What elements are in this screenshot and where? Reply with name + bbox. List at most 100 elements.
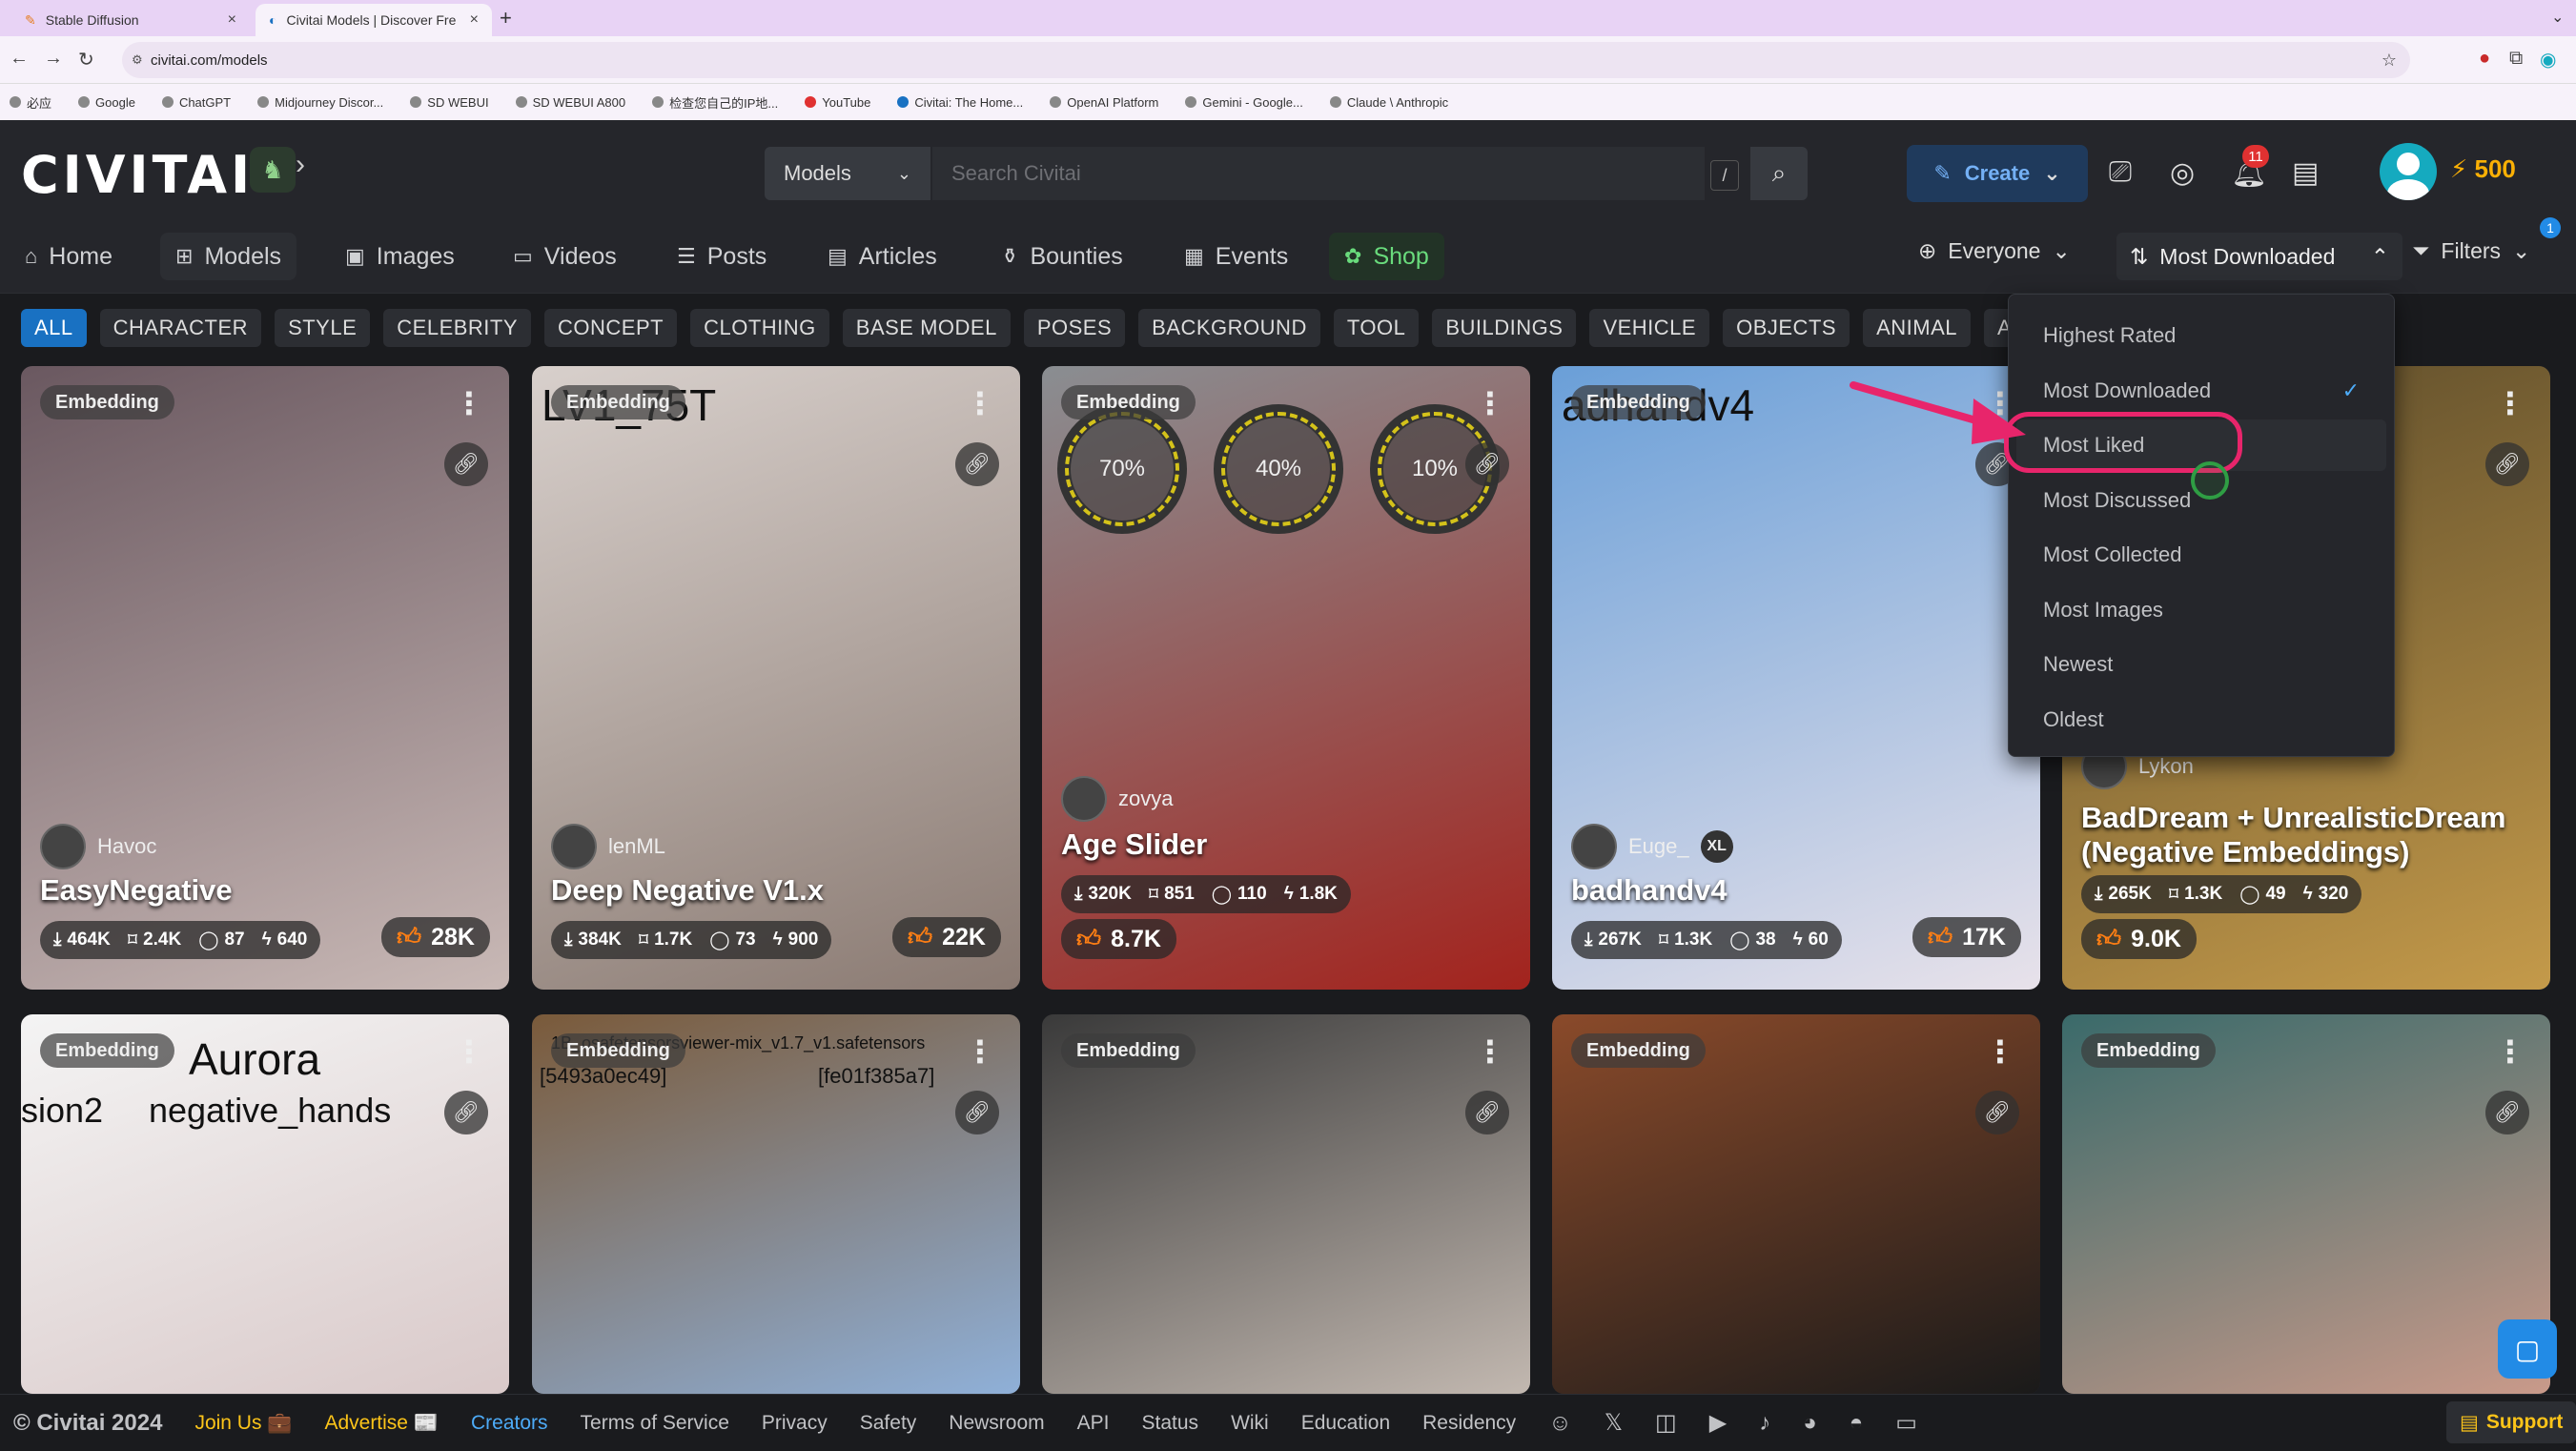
category-chip-celebrity[interactable]: CELEBRITY <box>383 309 532 347</box>
x-twitter-icon[interactable]: 𝕏 <box>1605 1409 1623 1437</box>
bookmark-star-icon[interactable]: ☆ <box>2382 51 2397 71</box>
footer-link-wiki[interactable]: Wiki <box>1231 1412 1269 1435</box>
tiktok-icon[interactable]: ♪ <box>1759 1410 1770 1437</box>
site-info-icon[interactable]: ⚙ <box>132 52 143 68</box>
nav-home[interactable]: ⌂ Home <box>10 233 128 280</box>
category-chip-base-model[interactable]: BASE MODEL <box>842 309 1011 347</box>
sort-option-oldest[interactable]: Oldest <box>2016 694 2386 746</box>
link-icon[interactable]: 🔗︎ <box>2485 442 2529 486</box>
reload-icon[interactable]: ↻ <box>78 48 94 72</box>
sort-option-most-images[interactable]: Most Images <box>2016 584 2386 636</box>
sort-select[interactable]: ⇅ Most Downloaded ⌃ <box>2116 233 2402 280</box>
browser-tab-civitai[interactable]: ◐ Civitai Models | Discover Fre × <box>256 4 492 36</box>
filters-button[interactable]: ⏷ Filters ⌄ <box>2412 238 2530 264</box>
card-menu-icon[interactable]: ⋮ <box>965 1033 995 1070</box>
nav-images[interactable]: ▣ Images <box>330 233 470 280</box>
card-menu-icon[interactable]: ⋮ <box>2495 385 2525 421</box>
model-card[interactable]: Aurora sion2 negative_hands Embedding ⋮ 🔗︎ <box>21 1014 509 1394</box>
footer-link-join-us[interactable]: Join Us 💼 <box>194 1412 292 1435</box>
link-icon[interactable]: 🔗︎ <box>955 442 999 486</box>
card-menu-icon[interactable]: ⋮ <box>965 385 995 421</box>
sort-option-newest[interactable]: Newest <box>2016 639 2386 690</box>
model-card[interactable]: adhandv4Embedding⋮🔗︎Euge_XLbadhandv4⤓267… <box>1552 366 2040 990</box>
category-chip-style[interactable]: STYLE <box>275 309 371 347</box>
model-card[interactable]: Embedding ⋮ 🔗︎ Havoc EasyNegative ⤓ 464K ⌑ 2.4K ◯… <box>21 366 509 990</box>
profile-icon[interactable]: ◉ <box>2540 48 2556 72</box>
category-chip-buildings[interactable]: BUILDINGS <box>1432 309 1577 347</box>
new-tab-icon[interactable]: + <box>500 6 512 31</box>
sort-option-most-collected[interactable]: Most Collected <box>2016 529 2386 581</box>
category-chip-poses[interactable]: POSES <box>1023 309 1126 347</box>
audience-select[interactable]: ⊕ Everyone ⌄ <box>1918 238 2071 264</box>
bookmark-item[interactable]: Civitai: The Home... <box>897 95 1023 110</box>
nav-bounties[interactable]: ⚱ Bounties <box>986 233 1138 280</box>
card-title[interactable]: BadDream + UnrealisticDream (Negative Em… <box>2081 801 2539 869</box>
card-creator[interactable]: Havoc <box>40 824 156 869</box>
category-chip-concept[interactable]: CONCEPT <box>544 309 678 347</box>
footer-link-api[interactable]: API <box>1077 1412 1110 1435</box>
category-chip-animal[interactable]: ANIMAL <box>1863 309 1971 347</box>
card-title[interactable]: Deep Negative V1.x <box>551 873 1009 908</box>
search-type-select[interactable]: Models ⌄ <box>765 147 930 200</box>
model-card[interactable]: 1B_o​safetensorsviewer-mix_v1.7_v1.safet… <box>532 1014 1020 1394</box>
link-icon[interactable]: 🔗︎ <box>1465 442 1509 486</box>
support-button[interactable]: ▤ Support <box>2446 1401 2576 1443</box>
bookmark-item[interactable]: 必应 <box>10 93 51 112</box>
card-likes[interactable]: 👍︎ 28K <box>380 917 490 957</box>
footer-link-education[interactable]: Education <box>1301 1412 1390 1435</box>
card-menu-icon[interactable]: ⋮ <box>454 1033 484 1070</box>
user-avatar[interactable] <box>2380 143 2437 200</box>
chat-support-button[interactable]: ▢ <box>2498 1319 2557 1379</box>
link-icon[interactable]: 🔗︎ <box>1465 1091 1509 1134</box>
bookmark-item[interactable]: 检查您自己的IP地... <box>652 93 778 112</box>
search-input[interactable] <box>932 147 1705 200</box>
feedback-icon[interactable]: ▭ <box>1895 1409 1917 1437</box>
youtube-icon[interactable]: ▶ <box>1709 1409 1727 1437</box>
card-title[interactable]: Age Slider <box>1061 828 1519 862</box>
footer-link-privacy[interactable]: Privacy <box>762 1412 828 1435</box>
nav-events[interactable]: ▦ Events <box>1169 233 1303 280</box>
visibility-icon[interactable]: ◎ <box>2170 156 2195 190</box>
forward-icon[interactable]: → <box>44 48 63 70</box>
nav-posts[interactable]: ☰ Posts <box>662 233 782 280</box>
model-card[interactable]: Embedding ⋮ 🔗︎ <box>2062 1014 2550 1394</box>
category-chip-all[interactable]: ALL <box>21 309 87 347</box>
bookmark-item[interactable]: Gemini - Google... <box>1185 95 1303 110</box>
card-likes[interactable]: 👍︎ 9.0K <box>2081 919 2197 959</box>
card-menu-icon[interactable]: ⋮ <box>1475 385 1505 421</box>
bookmark-item[interactable]: SD WEBUI A800 <box>515 95 625 110</box>
category-chip-character[interactable]: CHARACTER <box>99 309 262 347</box>
sort-option-highest-rated[interactable]: Highest Rated <box>2016 310 2386 361</box>
sort-option-most-downloaded[interactable]: Most Downloaded ✓ <box>2016 365 2386 417</box>
model-card[interactable]: Embedding ⋮ 🔗︎ <box>1042 1014 1530 1394</box>
search-button[interactable]: ⌕ <box>1750 147 1808 200</box>
footer-link-residency[interactable]: Residency <box>1422 1412 1516 1435</box>
nav-shop[interactable]: ✿ Shop <box>1329 233 1444 280</box>
bookmark-item[interactable]: Claude \ Anthropic <box>1329 95 1448 110</box>
feature-badge-icon[interactable]: ♞ <box>250 147 296 193</box>
create-button[interactable]: ✎ Create ⌄ <box>1907 145 2088 202</box>
category-chip-background[interactable]: BACKGROUND <box>1138 309 1320 347</box>
card-creator[interactable]: Euge_ XL <box>1571 824 1733 869</box>
link-icon[interactable]: 🔗︎ <box>444 442 488 486</box>
card-menu-icon[interactable]: ⋮ <box>2495 1033 2525 1070</box>
upload-monitor-icon[interactable]: ⎚ <box>2109 156 2132 189</box>
nav-articles[interactable]: ▤ Articles <box>812 233 952 280</box>
reddit-icon[interactable]: ◕ <box>1803 1410 1817 1437</box>
url-field[interactable]: ⚙ civitai.com/models ☆ <box>122 42 2410 78</box>
category-chip-objects[interactable]: OBJECTS <box>1723 309 1850 347</box>
nav-models[interactable]: ⊞ Models <box>160 233 297 280</box>
card-menu-icon[interactable]: ⋮ <box>1985 1033 2015 1070</box>
discord-icon[interactable]: ☺ <box>1548 1410 1572 1437</box>
model-card[interactable]: LV1_75TEmbedding⋮🔗︎lenMLDeep Negative V1… <box>532 366 1020 990</box>
bookmark-item[interactable]: ChatGPT <box>161 95 231 110</box>
footer-link-newsroom[interactable]: Newsroom <box>949 1412 1044 1435</box>
browser-tab-stable-diffusion[interactable]: ✎ Stable Diffusion × <box>11 4 250 36</box>
tab-list-icon[interactable]: ⌄ <box>2551 8 2564 27</box>
card-menu-icon[interactable]: ⋮ <box>454 385 484 421</box>
nav-videos[interactable]: ▭ Videos <box>498 233 632 280</box>
model-card[interactable]: Embedding ⋮ 🔗︎ <box>1552 1014 2040 1394</box>
buzz-balance[interactable]: ⚡ 500 <box>2450 154 2516 184</box>
civitai-logo[interactable]: CIVITAI <box>21 145 254 205</box>
link-icon[interactable]: 🔗︎ <box>444 1091 488 1134</box>
